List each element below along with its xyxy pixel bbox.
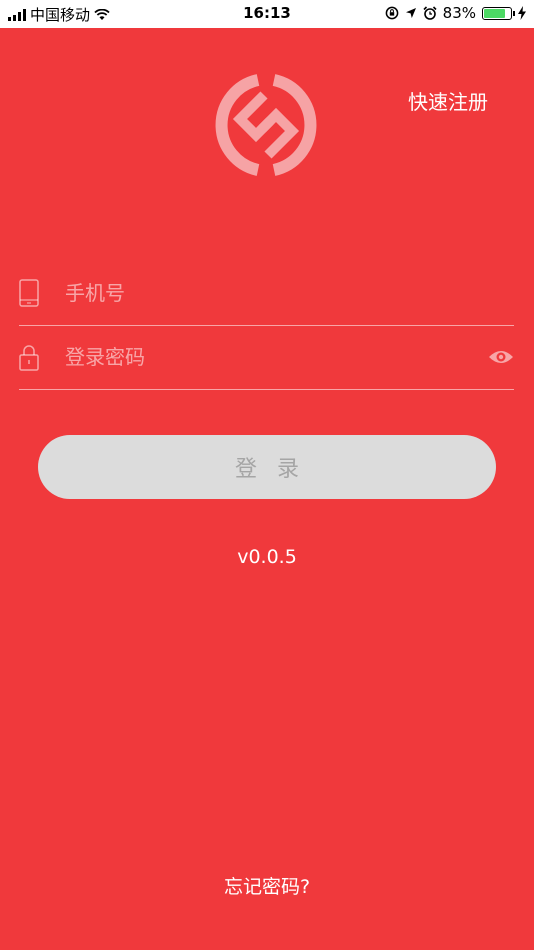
lock-icon	[19, 345, 39, 371]
battery-percent: 83%	[442, 4, 476, 22]
forgot-password-link[interactable]: 忘记密码?	[0, 872, 534, 899]
register-link[interactable]: 快速注册	[408, 86, 488, 115]
phone-input[interactable]	[65, 275, 465, 311]
version-label: v0.0.5	[237, 546, 297, 568]
charging-icon	[518, 6, 526, 20]
phone-icon	[19, 279, 39, 307]
status-bar: 中国移动 16:13 83%	[0, 0, 534, 28]
location-icon	[405, 8, 416, 18]
login-button[interactable]: 登录	[38, 435, 496, 499]
brand-logo-icon	[215, 74, 317, 176]
rotation-lock-icon	[385, 6, 399, 20]
phone-field	[19, 261, 514, 326]
password-input[interactable]	[65, 339, 465, 375]
alarm-icon	[423, 6, 437, 20]
battery-fill	[484, 8, 506, 18]
password-field	[19, 325, 514, 390]
status-right: 83%	[385, 4, 526, 22]
battery-icon	[482, 6, 515, 20]
eye-icon[interactable]	[488, 347, 514, 367]
